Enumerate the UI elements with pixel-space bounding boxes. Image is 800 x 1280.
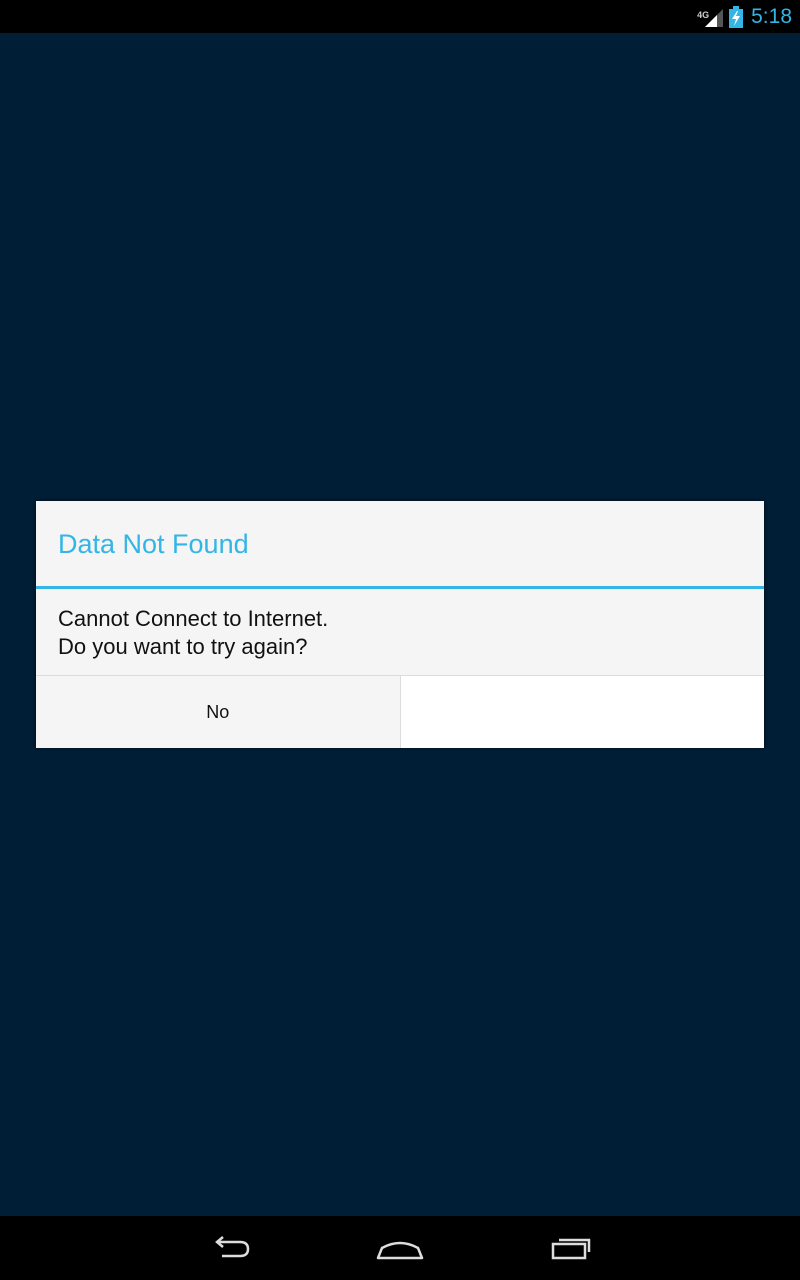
status-bar: 4G 5:18	[0, 0, 800, 33]
dialog-title: Data Not Found	[58, 529, 249, 559]
clock: 5:18	[751, 5, 792, 28]
dialog-title-bar: Data Not Found	[36, 501, 764, 589]
navigation-bar	[0, 1216, 800, 1280]
recent-apps-button[interactable]	[541, 1228, 601, 1268]
recent-apps-icon	[551, 1238, 591, 1260]
signal-icon: 4G	[697, 5, 724, 29]
back-button[interactable]	[200, 1228, 260, 1268]
dialog-message-line-1: Cannot Connect to Internet.	[58, 606, 329, 631]
battery-charging-icon	[729, 5, 744, 28]
back-icon	[215, 1236, 250, 1258]
positive-button[interactable]	[400, 676, 764, 748]
dialog-button-bar: No	[36, 675, 764, 748]
home-icon	[376, 1241, 424, 1260]
status-icons: 4G 5:18	[697, 0, 792, 33]
home-button[interactable]	[370, 1228, 430, 1268]
no-button[interactable]: No	[36, 676, 401, 748]
dialog-message: Cannot Connect to Internet. Do you want …	[36, 589, 764, 675]
alert-dialog: Data Not Found Cannot Connect to Interne…	[36, 501, 764, 748]
dialog-message-line-2: Do you want to try again?	[58, 634, 308, 659]
